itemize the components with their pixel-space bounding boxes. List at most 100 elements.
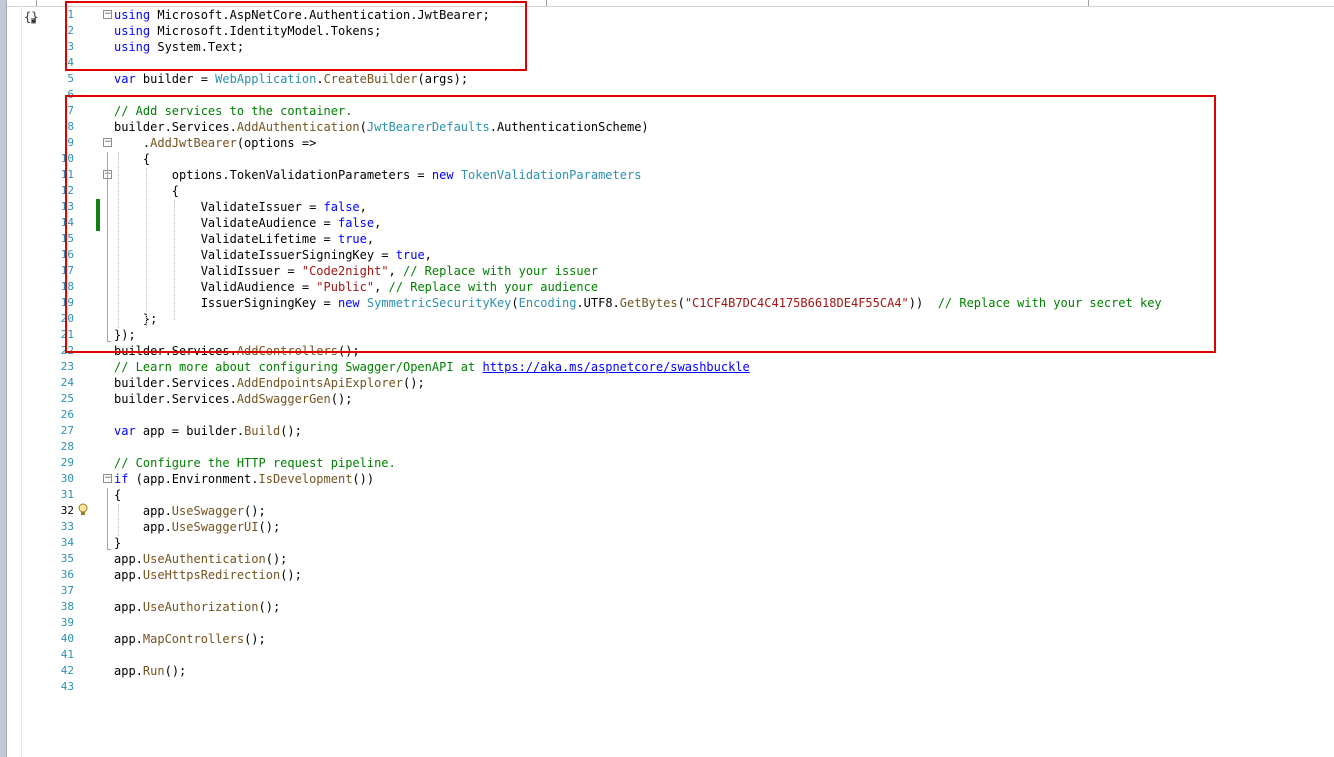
method-token: UseSwagger [171,504,245,518]
code-line[interactable]: 10 { [0,151,1334,167]
code-line[interactable]: 4 [0,55,1334,71]
code-line[interactable]: 23 // Learn more about configuring Swagge… [0,359,1334,375]
code-line[interactable]: 14 ValidateAudience = false, [0,215,1334,231]
code-token: ( [511,296,519,310]
code-line[interactable]: 32 app.UseSwagger(); [0,503,1334,519]
change-tracking-bar [96,199,100,231]
line-number: 9 [67,136,74,149]
code-line[interactable]: 17 ValidIssuer = "Code2night", // Replac… [0,263,1334,279]
code-token: app. [114,552,143,566]
code-line[interactable]: 21}); [0,327,1334,343]
method-token: UseSwaggerUI [171,520,259,534]
code-text: var builder = WebApplication.CreateBuild… [114,71,468,87]
code-line[interactable]: 13 ValidateIssuer = false, [0,199,1334,215]
collapse-minus-icon[interactable]: − [103,474,112,483]
code-text: using Microsoft.IdentityModel.Tokens; [114,23,381,39]
comment-token: // Replace with your secret key [937,296,1162,310]
code-token: , [424,248,432,262]
line-number: 30 [60,472,74,485]
code-token: ( [677,296,685,310]
method-token: Build [244,424,281,438]
comment-token: // Configure the HTTP request pipeline. [114,456,396,470]
code-token: , [374,216,382,230]
code-line[interactable]: 3 using System.Text; [0,39,1334,55]
code-line[interactable]: 6 [0,87,1334,103]
code-text: builder.Services.AddEndpointsApiExplorer… [114,375,425,391]
line-number: 11 [60,168,74,181]
line-number: 24 [60,376,74,389]
line-number: 33 [60,520,74,533]
code-line[interactable]: 41 [0,647,1334,663]
code-line[interactable]: 31 { [0,487,1334,503]
code-text: builder.Services.AddAuthentication(JwtBe… [114,119,649,135]
code-line[interactable]: 7 // Add services to the container. [0,103,1334,119]
type-token: SymmetricSecurityKey [366,296,512,310]
line-number: 13 [60,200,74,213]
code-line[interactable]: 18 ValidAudience = "Public", // Replace … [0,279,1334,295]
code-line[interactable]: 40 app.MapControllers(); [0,631,1334,647]
code-token: (args); [417,72,469,86]
fold-guide [107,488,108,549]
line-number: 31 [60,488,74,501]
code-line[interactable]: 8 builder.Services.AddAuthentication(JwtB… [0,119,1334,135]
line-number: 34 [60,536,74,549]
code-text: { [114,487,121,503]
fold-guide-end [107,549,111,550]
code-line[interactable]: 20 }; [0,311,1334,327]
line-number: 29 [60,456,74,469]
code-line[interactable]: 16 ValidateIssuerSigningKey = true, [0,247,1334,263]
code-line[interactable]: 33 app.UseSwaggerUI(); [0,519,1334,535]
line-number: 27 [60,424,74,437]
code-line[interactable]: 26 [0,407,1334,423]
code-line[interactable]: 5 var builder = WebApplication.CreateBuil… [0,71,1334,87]
code-line[interactable]: 30 − if (app.Environment.IsDevelopment()) [0,471,1334,487]
code-token: ValidAudience = [114,280,317,294]
method-token: UseAuthorization [142,600,259,614]
tab-separator [36,0,37,6]
code-token: System.Text; [150,40,245,54]
method-token: AddAuthentication [236,120,360,134]
code-line[interactable]: 43 [0,679,1334,695]
code-text: .AddJwtBearer(options => [114,135,316,151]
code-line[interactable]: 34} [0,535,1334,551]
code-line[interactable]: 9 − .AddJwtBearer(options => [0,135,1334,151]
code-line[interactable]: 29 // Configure the HTTP request pipeline… [0,455,1334,471]
code-line[interactable]: 24 builder.Services.AddEndpointsApiExplor… [0,375,1334,391]
code-line[interactable]: 42 app.Run(); [0,663,1334,679]
string-token: "Code2night" [301,264,389,278]
code-line[interactable]: 12 { [0,183,1334,199]
code-line[interactable]: 35 app.UseAuthentication(); [0,551,1334,567]
code-text: ValidIssuer = "Code2night", // Replace w… [114,263,598,279]
code-line[interactable]: 2 using Microsoft.IdentityModel.Tokens; [0,23,1334,39]
string-token: "C1CF4B7DC4C4175B6618DE4F55CA4" [684,296,909,310]
indent-guide [174,200,175,320]
code-text: ValidateAudience = false, [114,215,382,231]
code-token: (app.Environment. [128,472,259,486]
line-number: 21 [60,328,74,341]
comment-token: // Replace with your issuer [403,264,599,278]
collapse-minus-icon[interactable]: − [103,10,112,19]
code-line[interactable]: 39 [0,615,1334,631]
code-token: ValidateLifetime = [114,232,338,246]
method-token: AddSwaggerGen [236,392,331,406]
code-text: app.MapControllers(); [114,631,266,647]
collapse-minus-icon[interactable]: − [103,138,112,147]
code-line[interactable]: 1 − using Microsoft.AspNetCore.Authenticat… [0,7,1334,23]
keyword-token: new [431,168,454,182]
code-line[interactable]: 19 IssuerSigningKey = new SymmetricSecur… [0,295,1334,311]
code-token: , [366,232,375,246]
code-token: { [114,488,122,502]
code-line[interactable]: 36 app.UseHttpsRedirection(); [0,567,1334,583]
code-line[interactable]: 28 [0,439,1334,455]
lightbulb-icon[interactable] [77,503,89,517]
code-text: app.UseAuthentication(); [114,551,287,567]
code-line[interactable]: 38 app.UseAuthorization(); [0,599,1334,615]
code-line[interactable]: 22 builder.Services.AddControllers(); [0,343,1334,359]
code-line[interactable]: 15 ValidateLifetime = true, [0,231,1334,247]
code-line[interactable]: 27 var app = builder.Build(); [0,423,1334,439]
code-token: builder.Services. [114,120,237,134]
url-link[interactable]: https://aka.ms/aspnetcore/swashbuckle [482,360,749,374]
code-line[interactable]: 37 [0,583,1334,599]
code-line[interactable]: 25 builder.Services.AddSwaggerGen(); [0,391,1334,407]
code-line[interactable]: 11− options.TokenValidationParameters = … [0,167,1334,183]
